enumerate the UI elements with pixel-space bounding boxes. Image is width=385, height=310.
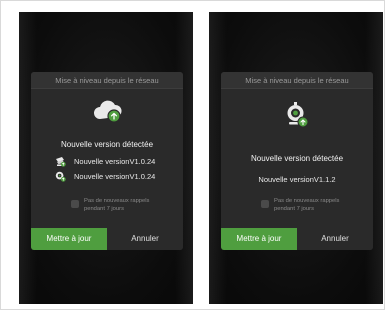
upgrade-dialog: Mise à niveau depuis le réseau Nouvelle … xyxy=(31,72,183,250)
no-remind-option[interactable]: Pas de nouveaux rappels pendant 7 jours xyxy=(71,198,154,213)
update-button[interactable]: Mettre à jour xyxy=(31,228,107,250)
no-remind-label: Pas de nouveaux rappels pendant 7 jours xyxy=(84,198,150,212)
detected-text: Nouvelle version détectée xyxy=(250,154,344,163)
dialog-title: Mise à niveau depuis le réseau xyxy=(221,72,373,89)
version-label: Nouvelle versionV1.0.24 xyxy=(74,172,156,181)
canvas-frame: Mise à niveau depuis le réseau Nouvelle … xyxy=(0,0,385,310)
detected-text: Nouvelle version détectée xyxy=(60,140,154,149)
phone-screen-left: Mise à niveau depuis le réseau Nouvelle … xyxy=(19,12,193,304)
no-remind-label: Pas de nouveaux rappels pendant 7 jours xyxy=(274,198,340,212)
version-row: Nouvelle versionV1.0.24 xyxy=(55,156,155,167)
camera-upload-icon xyxy=(55,171,66,182)
cancel-button[interactable]: Annuler xyxy=(297,228,373,250)
version-label: Nouvelle versionV1.1.2 xyxy=(258,175,336,184)
version-label: Nouvelle versionV1.0.24 xyxy=(74,157,156,166)
version-row: Nouvelle versionV1.0.24 xyxy=(55,171,155,182)
camera-upload-icon xyxy=(285,102,309,128)
dialog-buttons: Mettre à jour Annuler xyxy=(31,228,183,250)
no-remind-checkbox[interactable] xyxy=(71,200,79,208)
cancel-button[interactable]: Annuler xyxy=(107,228,183,250)
camera-stack-icon xyxy=(55,156,66,167)
dialog-title: Mise à niveau depuis le réseau xyxy=(31,72,183,89)
dialog-buttons: Mettre à jour Annuler xyxy=(221,228,373,250)
no-remind-option[interactable]: Pas de nouveaux rappels pendant 7 jours xyxy=(261,198,344,213)
cloud-upload-icon xyxy=(92,99,122,123)
update-button[interactable]: Mettre à jour xyxy=(221,228,297,250)
no-remind-checkbox[interactable] xyxy=(261,200,269,208)
upgrade-dialog: Mise à niveau depuis le réseau Nouvelle … xyxy=(221,72,373,250)
phone-screen-right: Mise à niveau depuis le réseau Nouvelle … xyxy=(209,12,383,304)
